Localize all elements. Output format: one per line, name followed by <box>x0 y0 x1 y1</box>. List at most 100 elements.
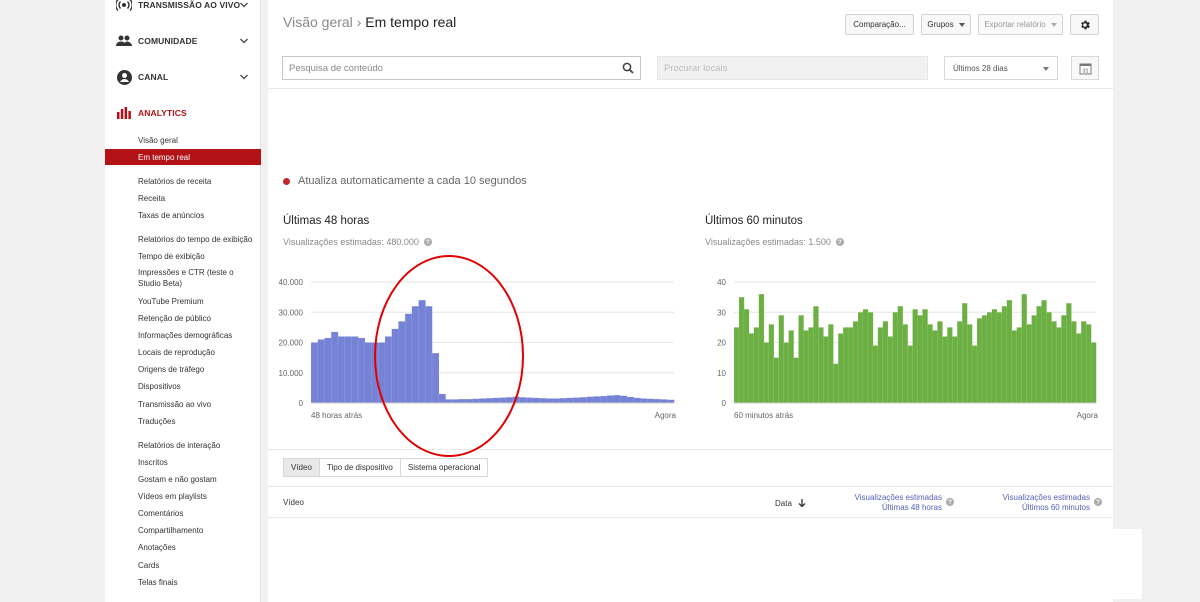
bar[interactable] <box>579 397 588 404</box>
sidebar-group-watch-time-reports[interactable]: Relatórios do tempo de exibição <box>105 231 261 247</box>
location-search-input[interactable] <box>658 57 927 79</box>
sidebar-section-analytics[interactable]: ANALYTICS <box>105 103 261 123</box>
bar[interactable] <box>310 342 319 404</box>
sidebar-section-live[interactable]: TRANSMISSÃO AO VIVO <box>105 0 261 15</box>
bar[interactable] <box>957 321 963 404</box>
bar[interactable] <box>452 399 460 404</box>
content-search-input[interactable] <box>283 57 640 79</box>
bar[interactable] <box>907 345 913 404</box>
bar[interactable] <box>1021 293 1028 404</box>
sidebar-section-community[interactable]: COMUNIDADE <box>105 31 261 51</box>
sidebar-item-demographics[interactable]: Informações demográficas <box>105 327 261 343</box>
bar[interactable] <box>1056 327 1062 404</box>
bar[interactable] <box>1090 342 1097 404</box>
bar[interactable] <box>465 398 473 404</box>
sidebar-item-live-streaming[interactable]: Transmissão ao vivo <box>105 396 261 412</box>
sidebar-item-likes-dislikes[interactable]: Gostam e não gostam <box>105 471 261 487</box>
bar[interactable] <box>887 336 894 404</box>
bar[interactable] <box>783 342 789 404</box>
bar[interactable] <box>525 397 534 404</box>
bar[interactable] <box>404 313 413 404</box>
bar[interactable] <box>1066 303 1072 404</box>
sidebar-group-revenue-reports[interactable]: Relatórios de receita <box>105 173 261 189</box>
bar[interactable] <box>773 357 780 404</box>
bar[interactable] <box>857 312 864 404</box>
bar[interactable] <box>398 321 406 404</box>
bar[interactable] <box>445 399 453 404</box>
sidebar-item-end-screens[interactable]: Telas finais <box>105 574 261 590</box>
sidebar-item-videos-in-playlists[interactable]: Vídeos em playlists <box>105 488 261 504</box>
sidebar-item-watch-time[interactable]: Tempo de exibição <box>105 248 261 264</box>
bar[interactable] <box>499 397 507 404</box>
bar[interactable] <box>573 397 581 404</box>
bar[interactable] <box>932 330 938 404</box>
bar[interactable] <box>1085 324 1092 404</box>
sidebar-item-comments[interactable]: Comentários <box>105 505 261 521</box>
help-icon[interactable]: ? <box>946 498 954 506</box>
bar[interactable] <box>778 315 785 404</box>
bar[interactable] <box>852 321 859 404</box>
bar[interactable] <box>378 342 386 404</box>
bar[interactable] <box>539 398 547 404</box>
bar[interactable] <box>748 333 755 404</box>
bar[interactable] <box>425 306 433 404</box>
bar[interactable] <box>431 352 440 404</box>
bar[interactable] <box>620 395 628 404</box>
bar[interactable] <box>519 397 527 404</box>
bar[interactable] <box>546 398 554 404</box>
bar[interactable] <box>492 397 500 404</box>
bar[interactable] <box>798 315 804 404</box>
help-icon[interactable]: ? <box>835 238 844 246</box>
bar[interactable] <box>552 398 561 404</box>
calendar-button[interactable]: 31 <box>1071 56 1099 80</box>
bar[interactable] <box>357 337 366 404</box>
bar[interactable] <box>478 398 487 404</box>
bar[interactable] <box>803 330 809 404</box>
bar[interactable] <box>996 312 1003 404</box>
bar[interactable] <box>917 315 923 404</box>
bar[interactable] <box>927 324 933 404</box>
bar[interactable] <box>758 293 765 404</box>
bar[interactable] <box>384 336 393 404</box>
bar[interactable] <box>971 345 978 404</box>
bar[interactable] <box>633 397 641 404</box>
bar[interactable] <box>599 395 608 404</box>
bar[interactable] <box>788 330 794 404</box>
bar[interactable] <box>505 397 514 404</box>
sidebar-section-channel[interactable]: CANAL <box>105 67 261 87</box>
sidebar-item-audience-retention[interactable]: Retenção de público <box>105 310 261 326</box>
bar[interactable] <box>981 315 988 404</box>
bar[interactable] <box>418 299 426 404</box>
bar[interactable] <box>1071 321 1077 404</box>
sidebar-item-impressions-ctr[interactable]: Impressões e CTR (teste o Studio Beta) <box>105 267 261 293</box>
bar[interactable] <box>324 337 332 404</box>
bar[interactable] <box>1016 327 1023 404</box>
sidebar-item-playback-locations[interactable]: Locais de reprodução <box>105 344 261 360</box>
bar[interactable] <box>768 324 775 404</box>
sidebar-item-cards[interactable]: Cards <box>105 557 261 573</box>
bar[interactable] <box>1046 312 1052 404</box>
bar[interactable] <box>1011 330 1018 404</box>
bar[interactable] <box>1041 299 1047 404</box>
bar[interactable] <box>937 321 943 404</box>
help-icon[interactable]: ? <box>1094 498 1102 506</box>
sidebar-item-translations[interactable]: Traduções <box>105 413 261 429</box>
bar[interactable] <box>559 398 567 404</box>
sidebar-item-devices[interactable]: Dispositivos <box>105 378 261 394</box>
column-views-48h[interactable]: Visualizações estimadas Últimas 48 horas <box>840 493 942 513</box>
bar[interactable] <box>823 336 829 404</box>
bar[interactable] <box>512 396 520 404</box>
sidebar-item-annotations[interactable]: Anotações <box>105 539 261 555</box>
settings-button[interactable] <box>1070 14 1099 35</box>
bar[interactable] <box>438 393 446 404</box>
bar[interactable] <box>738 296 745 404</box>
bar[interactable] <box>411 306 420 404</box>
export-report-button[interactable]: Exportar relatório <box>978 14 1063 35</box>
tab-video[interactable]: Vídeo <box>283 458 320 477</box>
bar[interactable] <box>606 395 614 404</box>
bar[interactable] <box>317 339 325 404</box>
bar[interactable] <box>986 312 993 404</box>
bar[interactable] <box>793 357 799 404</box>
bar[interactable] <box>902 324 909 404</box>
sidebar-item-traffic-sources[interactable]: Origens de tráfego <box>105 361 261 377</box>
